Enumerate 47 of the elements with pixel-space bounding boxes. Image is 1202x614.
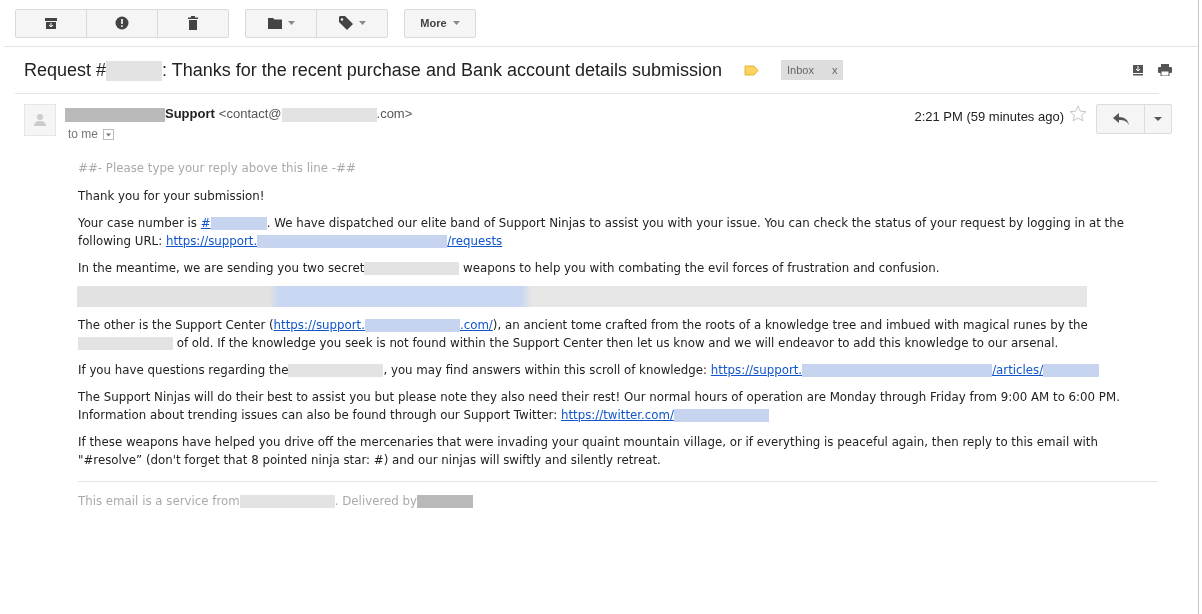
star-icon[interactable] (1069, 105, 1087, 123)
trash-icon (186, 16, 200, 30)
label-tag-icon (744, 64, 760, 76)
timestamp: 2:21 PM (59 minutes ago) (914, 108, 1064, 126)
link[interactable]: /requests (447, 234, 503, 248)
delete-button[interactable] (157, 8, 229, 38)
details-dropdown-icon[interactable] (103, 128, 114, 140)
redaction-blur (106, 60, 163, 81)
paragraph: Your case number is # . We have dispatched our elite band of Support Ninjas to assist you with your issue. You can check the status of your request by logging in at the following URL: https://support. /requests (78, 215, 1125, 250)
sender-address: <contact@ .com> (218, 105, 413, 124)
recipient-text: to me (68, 126, 98, 143)
download-icon[interactable] (1132, 64, 1144, 76)
avatar (24, 104, 56, 136)
footer-text: This email is a service from . Delivered by (78, 492, 1158, 510)
link[interactable]: https://support. (165, 234, 258, 248)
email-subject: Request # : Thanks for the recent purchase and Bank account details submission (24, 58, 723, 83)
sender-name: Support (65, 104, 215, 124)
paragraph: In the meantime, we are sending you two secret weapons to help you with combating the evil forces of frustration and confusion. (78, 260, 941, 277)
caret-icon (1154, 117, 1162, 121)
remove-label-button[interactable]: x (832, 61, 838, 79)
paragraph: If you have questions regarding the , you may find answers within this scroll of knowledge: https://support. /articles/ (78, 361, 1158, 379)
more-button[interactable]: More (404, 8, 476, 38)
link[interactable]: https://twitter.com/ (560, 408, 674, 422)
reply-line-text: ##- Please type your reply above this line -## (78, 160, 357, 177)
inbox-label-chip[interactable]: Inbox x (781, 59, 844, 81)
link[interactable]: https://support. (710, 363, 803, 377)
link[interactable]: .com/ (459, 318, 493, 332)
redaction-blur (210, 217, 267, 230)
move-to-button[interactable] (245, 8, 317, 38)
archive-button[interactable] (15, 8, 87, 38)
redaction-blur (1043, 364, 1100, 377)
folder-icon (267, 16, 282, 30)
paragraph: The Support Ninjas will do their best to assist you but please note they also need their rest! Our normal hours of operation are Monday through Friday from 9:00 AM to 6:00 PM. Information about trending issues can also be found through our Support Twitter: https://twitter.com/ (78, 389, 1121, 424)
archive-icon (44, 16, 58, 30)
paragraph: If these weapons have helped you drive off the mercenaries that were invading your quaint mountain village, or if everything is peaceful again, then reply to this email with "#resolve” (don't forget that 8 pointed ninja star: #) and our ninjas will swiftly and silently retreat. (78, 434, 1099, 469)
link[interactable]: https://support. (273, 318, 365, 332)
report-spam-button[interactable] (86, 8, 158, 38)
reply-icon (1112, 113, 1129, 125)
link[interactable]: # (200, 216, 211, 230)
tag-icon (338, 16, 353, 30)
paragraph: The other is the Support Center (https://support. .com/), an ancient tome crafted from the roots of a knowledge tree and imbued with magical runes by the of old. If the knowledge you seek is not found within the Support Center then let us know and we will endeavor to add this knowledge to our arsenal. (78, 317, 1089, 352)
print-icon[interactable] (1158, 64, 1172, 76)
redaction-blur (416, 495, 473, 508)
labels-button[interactable] (316, 8, 388, 38)
exclamation-icon (115, 16, 129, 30)
link[interactable]: /articles/ (992, 363, 1044, 377)
paragraph: Thank you for your submission! (78, 188, 266, 205)
